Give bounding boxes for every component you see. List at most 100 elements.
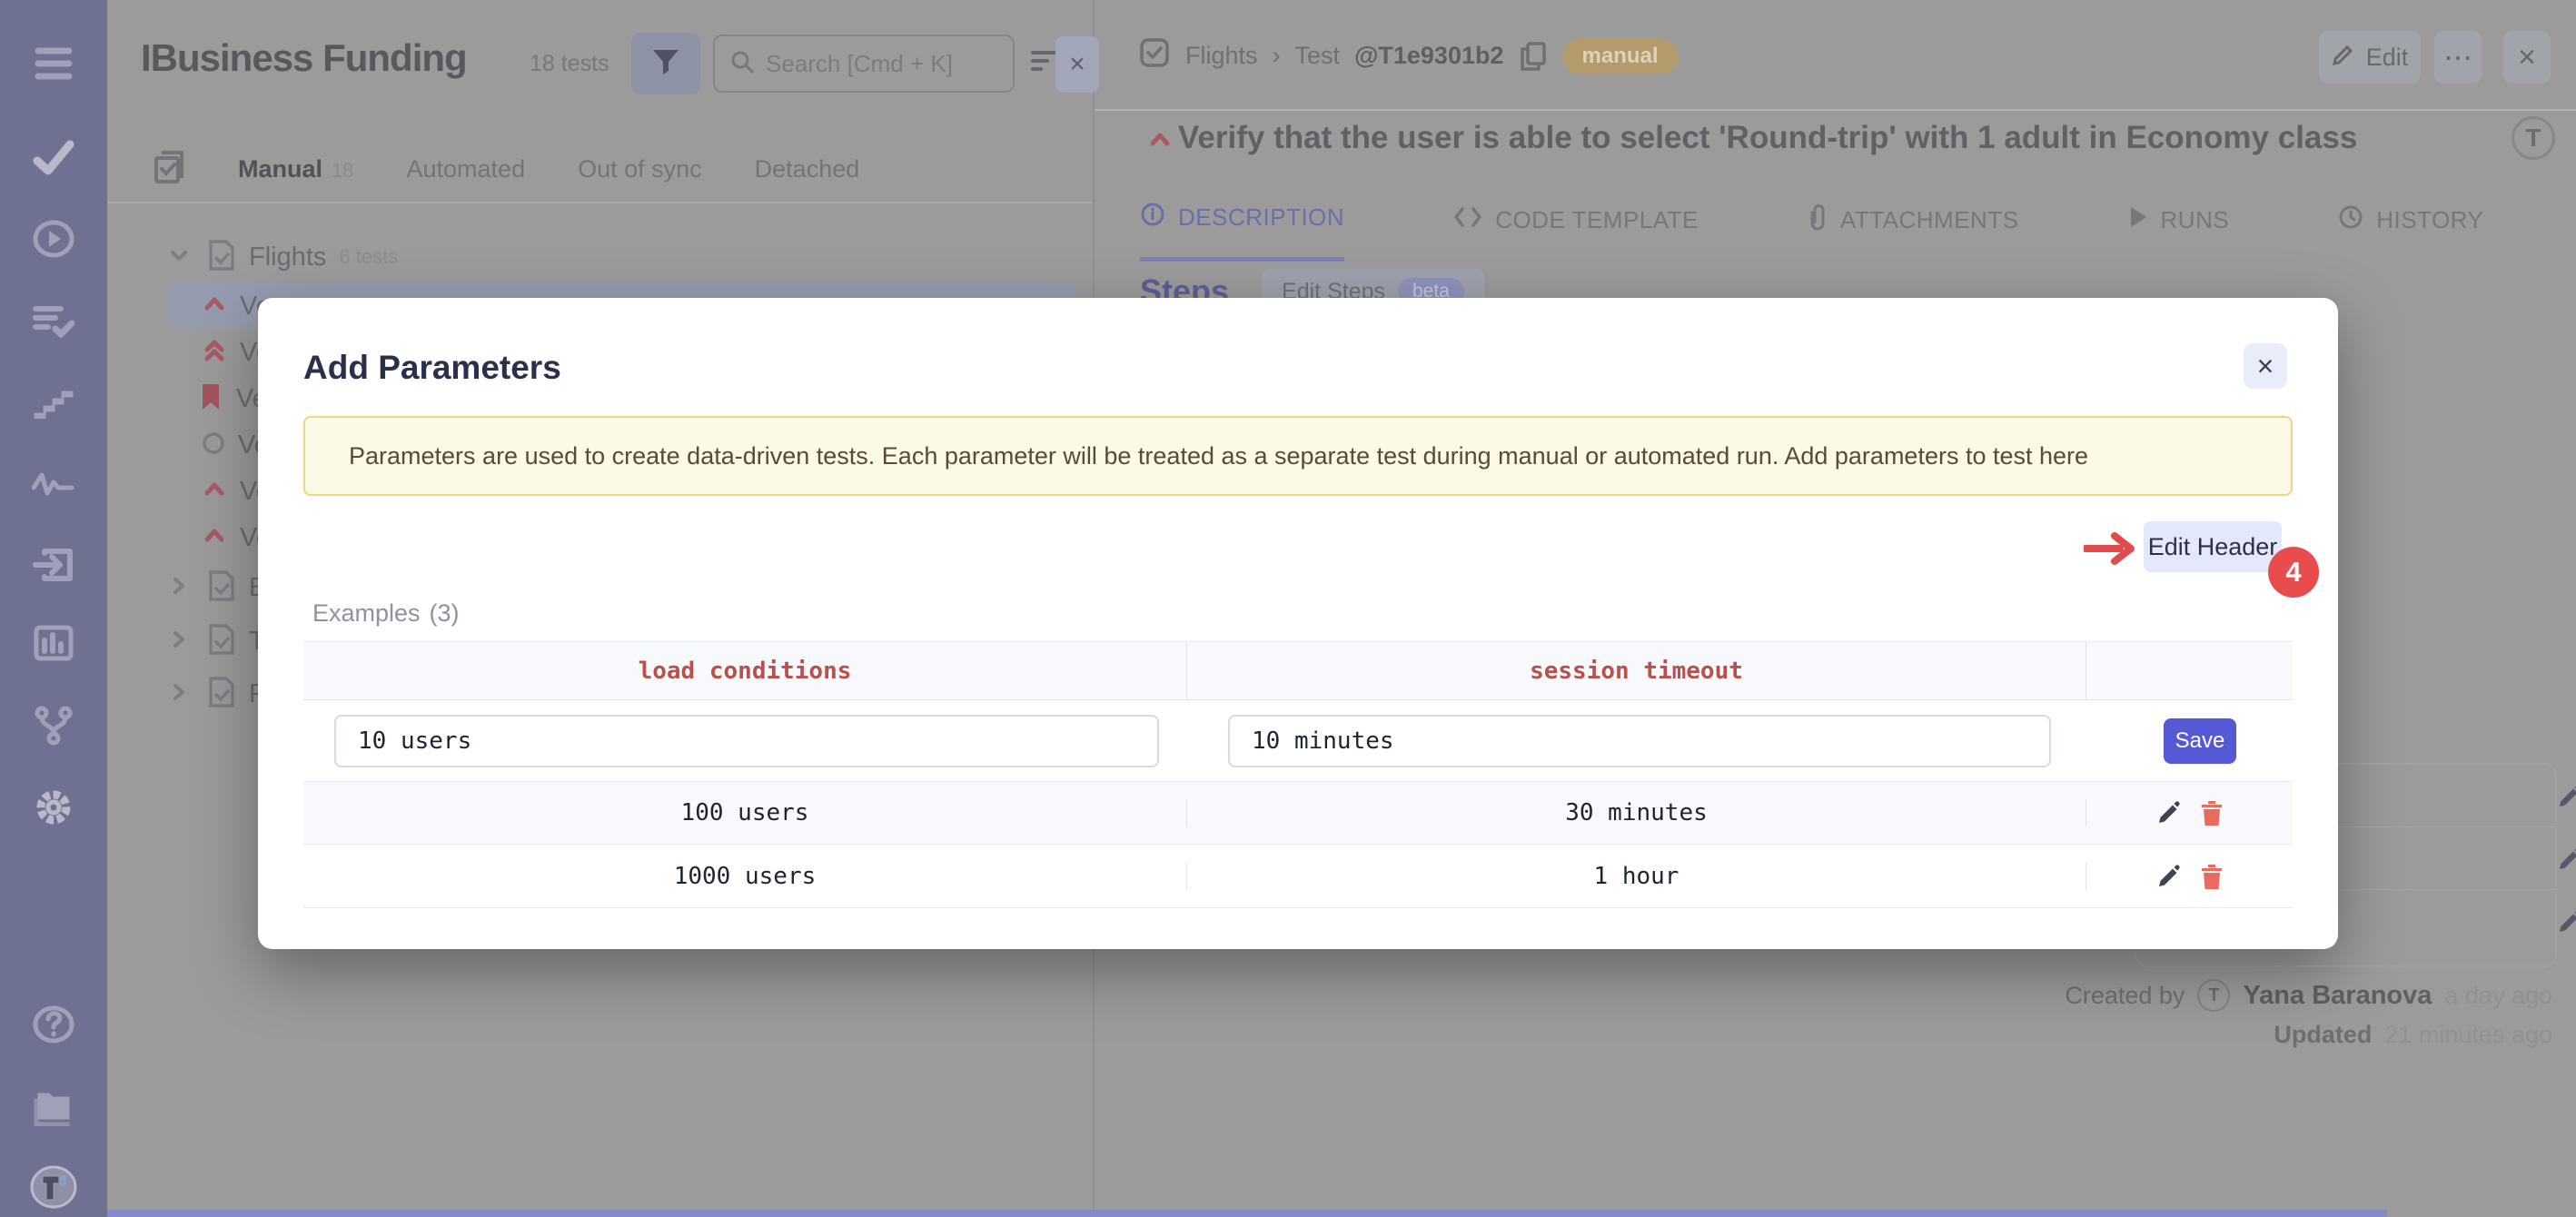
- play-circle-icon[interactable]: [25, 215, 82, 262]
- add-parameters-modal: Add Parameters × Parameters are used to …: [258, 298, 2338, 949]
- author-name[interactable]: Yana Baranova: [2243, 981, 2432, 1011]
- search-input[interactable]: [766, 50, 975, 78]
- close-test-button[interactable]: ×: [2503, 31, 2551, 84]
- tree-folder-count: 6 tests: [339, 245, 398, 269]
- tutorial-arrow-icon: [2084, 523, 2136, 575]
- copy-icon[interactable]: [1519, 40, 1548, 73]
- checkbox-icon: [1138, 36, 1171, 75]
- pulse-icon[interactable]: [25, 459, 82, 506]
- menu-icon[interactable]: [25, 40, 82, 87]
- updated-label: Updated: [2274, 1021, 2372, 1049]
- examples-count: (3): [430, 599, 460, 627]
- docs-icon[interactable]: [25, 1083, 82, 1131]
- divider: [107, 202, 1093, 203]
- modal-close-button[interactable]: ×: [2244, 343, 2287, 389]
- import-icon[interactable]: [25, 541, 82, 589]
- tab-description[interactable]: DESCRIPTION: [1140, 202, 1344, 262]
- tutorial-step-badge: 4: [2268, 547, 2319, 598]
- pencil-icon[interactable]: [2556, 846, 2576, 873]
- gear-icon[interactable]: [25, 784, 82, 831]
- edit-button[interactable]: Edit: [2319, 31, 2421, 84]
- delete-row-trash-icon[interactable]: [2199, 798, 2224, 827]
- edit-header-button[interactable]: Edit Header: [2144, 521, 2282, 572]
- test-meta-footer: Created by T Yana Baranova a day ago Upd…: [1095, 979, 2552, 1058]
- save-button[interactable]: Save: [2164, 718, 2236, 764]
- left-rail: [0, 0, 107, 1217]
- more-button[interactable]: ⋯: [2434, 31, 2482, 84]
- filter-button[interactable]: [631, 33, 700, 94]
- breadcrumb: Flights › Test @T1e9301b2 manual: [1138, 36, 1679, 75]
- tab-attachments[interactable]: ATTACHMENTS: [1808, 202, 2019, 262]
- tab-automated[interactable]: Automated: [407, 155, 526, 183]
- priority-high-icon: [202, 479, 227, 505]
- tree-folder-label: Flights: [249, 242, 326, 272]
- examples-heading: Examples(3): [303, 596, 460, 628]
- author-avatar: T: [2197, 979, 2230, 1012]
- steps-icon[interactable]: [25, 377, 82, 424]
- detail-tabs: DESCRIPTION CODE TEMPLATE ATTACHMENTS RU…: [1140, 202, 2483, 262]
- circle-icon: [202, 431, 225, 460]
- testomat-logo[interactable]: [25, 1163, 82, 1211]
- pencil-icon: [2332, 43, 2355, 73]
- breadcrumb-separator: ›: [1273, 42, 1281, 70]
- tab-manual[interactable]: Manual18: [238, 155, 354, 183]
- column-header-actions: [2086, 642, 2293, 699]
- divider: [1095, 109, 2576, 111]
- modal-title: Add Parameters: [303, 349, 561, 387]
- tab-history[interactable]: HISTORY: [2338, 202, 2483, 262]
- pencil-icon[interactable]: [2556, 783, 2576, 810]
- branch-icon[interactable]: [25, 702, 82, 749]
- created-by-label: Created by: [2065, 982, 2185, 1010]
- tab-runs[interactable]: RUNS: [2128, 202, 2230, 262]
- paperclip-icon: [1808, 203, 1828, 237]
- cell-load-conditions: 1000 users: [303, 863, 1187, 890]
- edit-row-pencil-icon[interactable]: [2155, 799, 2183, 826]
- edit-row-pencil-icon[interactable]: [2155, 863, 2183, 890]
- column-header-load-conditions: load conditions: [303, 642, 1187, 699]
- suite-doc-icon: [207, 622, 236, 661]
- code-icon: [1453, 205, 1482, 235]
- tests-panel-header: IBusiness Funding 18 tests ×: [107, 0, 1093, 127]
- cell-session-timeout: 30 minutes: [1187, 799, 2086, 826]
- tab-code-template[interactable]: CODE TEMPLATE: [1453, 202, 1699, 262]
- chevron-down-icon: [167, 243, 191, 272]
- parameters-table: load conditions session timeout Save 100…: [303, 641, 2293, 908]
- chevron-right-icon: [167, 574, 191, 602]
- tab-out-of-sync[interactable]: Out of sync: [578, 155, 702, 183]
- funnel-icon: [650, 46, 681, 82]
- bookmark-icon: [198, 382, 223, 416]
- created-ago: a day ago: [2444, 982, 2552, 1010]
- help-icon[interactable]: [25, 1001, 82, 1048]
- info-icon: [1140, 202, 1165, 233]
- search-box[interactable]: [713, 35, 1015, 93]
- test-title: Verify that the user is able to select '…: [1178, 120, 2432, 156]
- session-timeout-input[interactable]: [1228, 715, 2051, 767]
- analytics-icon[interactable]: [25, 619, 82, 667]
- filter-lines-icon[interactable]: [1030, 47, 1057, 79]
- pencil-icon[interactable]: [2556, 908, 2576, 935]
- check-icon[interactable]: [25, 134, 82, 181]
- info-banner: Parameters are used to create data-drive…: [303, 416, 2293, 496]
- breadcrumb-folder[interactable]: Flights: [1185, 42, 1258, 70]
- priority-high-icon: [1147, 129, 1173, 155]
- search-icon: [729, 49, 755, 79]
- project-title: IBusiness Funding: [141, 36, 467, 80]
- avatar[interactable]: T: [2512, 116, 2555, 160]
- priority-highest-icon: [202, 337, 227, 369]
- chevron-right-icon: [167, 680, 191, 708]
- delete-row-trash-icon[interactable]: [2199, 862, 2224, 891]
- updated-ago: 21 minutes ago: [2384, 1021, 2552, 1049]
- parameter-row: 1000 users 1 hour: [303, 845, 2293, 907]
- parameter-row: 100 users 30 minutes: [303, 782, 2293, 845]
- tests-filter-tabs: Manual18 Automated Out of sync Detached: [107, 136, 1093, 202]
- priority-high-icon: [202, 525, 227, 551]
- list-check-icon[interactable]: [25, 296, 82, 343]
- load-conditions-input[interactable]: [334, 715, 1159, 767]
- checklist-icon: [153, 149, 185, 190]
- cell-load-conditions: 100 users: [303, 799, 1187, 826]
- tab-detached[interactable]: Detached: [755, 155, 860, 183]
- clear-filter-button[interactable]: ×: [1055, 36, 1099, 93]
- tree-folder-flights[interactable]: Flights 6 tests: [167, 234, 398, 280]
- history-clock-icon: [2338, 204, 2363, 236]
- bottom-scrollbar[interactable]: [107, 1210, 2387, 1217]
